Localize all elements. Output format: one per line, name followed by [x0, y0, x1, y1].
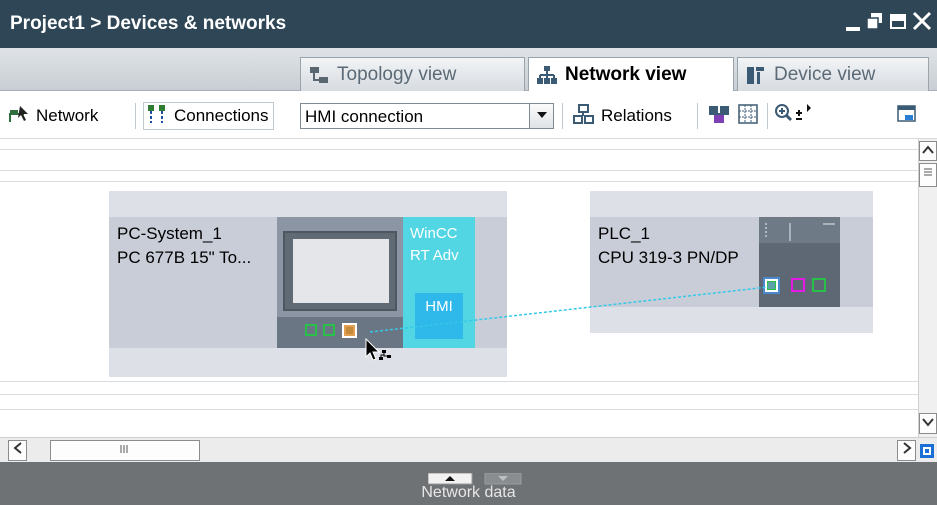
panel-toggle-button[interactable]: [896, 103, 918, 129]
connections-button[interactable]: Connections: [143, 102, 274, 130]
toolbar-divider: [697, 103, 698, 129]
relations-button[interactable]: Relations: [573, 103, 672, 129]
panel-collapse-handle[interactable]: [427, 470, 524, 485]
network-overview-icon: [708, 103, 730, 130]
tab-topology-view[interactable]: Topology view: [300, 57, 525, 91]
tab-label: Device view: [774, 63, 876, 85]
vertical-scroll-thumb[interactable]: [919, 163, 937, 187]
connections-label: Connections: [174, 106, 269, 125]
vertical-scrollbar[interactable]: [918, 139, 937, 437]
connection-type-value: HMI connection: [305, 107, 424, 126]
relations-icon: [573, 103, 595, 130]
title-bar: Project1 > Devices & networks: [0, 0, 937, 48]
close-icon[interactable]: [911, 10, 933, 39]
panel-icon: [896, 103, 918, 130]
device-icon: [746, 65, 766, 85]
network-icon: [537, 65, 557, 85]
network-label: Network: [36, 106, 99, 125]
horizontal-scroll-thumb[interactable]: [50, 440, 200, 461]
overview-navigation-icon[interactable]: [919, 442, 935, 460]
zoom-button[interactable]: [774, 103, 812, 129]
grid-toggle-button[interactable]: [737, 103, 759, 129]
grid-icon: [737, 103, 759, 130]
topology-icon: [309, 65, 329, 85]
scroll-right-icon[interactable]: [897, 440, 916, 461]
network-data-panel-bar[interactable]: Network data: [0, 462, 937, 505]
scroll-down-icon[interactable]: [919, 413, 937, 434]
scroll-left-icon[interactable]: [8, 440, 27, 461]
minimize-icon[interactable]: [845, 8, 861, 39]
connection-type-select[interactable]: HMI connection: [300, 103, 554, 129]
zoom-in-icon: [774, 103, 812, 130]
toolbar-divider: [767, 103, 768, 129]
float-icon[interactable]: [866, 10, 884, 39]
relations-label: Relations: [601, 106, 672, 125]
connections-icon: [146, 103, 168, 130]
mouse-cursor-icon: [365, 338, 391, 361]
dropdown-arrow-icon[interactable]: [529, 104, 553, 128]
tab-device-view[interactable]: Device view: [737, 57, 929, 91]
tab-label: Topology view: [337, 63, 457, 85]
window-title: Project1 > Devices & networks: [10, 13, 287, 34]
show-address-button[interactable]: [708, 103, 730, 129]
maximize-icon[interactable]: [889, 10, 907, 39]
tab-network-view[interactable]: Network view: [528, 57, 734, 92]
network-button[interactable]: Network: [8, 103, 98, 129]
toolbar-divider: [135, 103, 136, 129]
toolbar: Network Connections HMI connection Relat…: [0, 91, 937, 139]
scroll-up-icon[interactable]: [919, 141, 937, 161]
toolbar-divider: [562, 103, 563, 129]
network-mode-icon: [8, 104, 30, 129]
network-data-label: Network data: [421, 484, 516, 501]
hmi-connection-line[interactable]: [0, 139, 918, 437]
horizontal-scrollbar[interactable]: [0, 437, 937, 462]
tab-label: Network view: [565, 64, 687, 85]
view-tabs: Topology view Network view Device view: [0, 48, 937, 92]
network-canvas[interactable]: PC-System_1 PC 677B 15" To... WinCC RT A…: [0, 139, 918, 437]
